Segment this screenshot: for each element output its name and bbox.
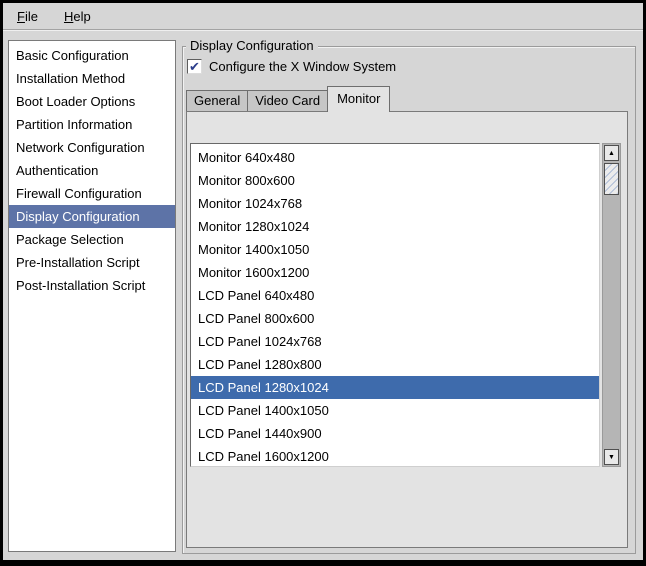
- display-tabs: General Video Card Monitor: [186, 86, 389, 112]
- sidebar-item-post-installation-script[interactable]: Post-Installation Script: [9, 274, 175, 297]
- monitor-list-item[interactable]: Monitor 800x600: [191, 169, 599, 192]
- menubar: File Help: [3, 3, 643, 30]
- configure-x-checkbox-label: Configure the X Window System: [209, 59, 396, 74]
- tab-video-card[interactable]: Video Card: [247, 90, 328, 112]
- monitor-list-item[interactable]: Monitor 1400x1050: [191, 238, 599, 261]
- sidebar-item-installation-method[interactable]: Installation Method: [9, 67, 175, 90]
- monitor-list-scrollbar[interactable]: ▲ ▼: [602, 143, 621, 467]
- monitor-list-item-selected[interactable]: LCD Panel 1280x1024: [191, 376, 599, 399]
- scrollbar-thumb[interactable]: [604, 163, 619, 195]
- monitor-list-item[interactable]: LCD Panel 1440x900: [191, 422, 599, 445]
- sidebar-item-package-selection[interactable]: Package Selection: [9, 228, 175, 251]
- sidebar-item-network-configuration[interactable]: Network Configuration: [9, 136, 175, 159]
- sidebar-item-display-configuration[interactable]: Display Configuration: [9, 205, 175, 228]
- check-icon: ✔: [189, 60, 200, 73]
- monitor-list-item[interactable]: LCD Panel 640x480: [191, 284, 599, 307]
- monitor-list-item[interactable]: LCD Panel 1280x800: [191, 353, 599, 376]
- monitor-list: Monitor 640x480 Monitor 800x600 Monitor …: [190, 143, 600, 467]
- configure-x-checkbox-box: ✔: [187, 59, 202, 74]
- category-list: Basic Configuration Installation Method …: [8, 40, 176, 552]
- sidebar-item-pre-installation-script[interactable]: Pre-Installation Script: [9, 251, 175, 274]
- monitor-list-item[interactable]: Monitor 1600x1200: [191, 261, 599, 284]
- frame-title: Display Configuration: [186, 38, 318, 53]
- monitor-list-item[interactable]: Monitor 640x480: [191, 146, 599, 169]
- monitor-list-item[interactable]: Monitor 1024x768: [191, 192, 599, 215]
- tab-general[interactable]: General: [186, 90, 248, 112]
- menu-help[interactable]: Help: [56, 6, 99, 27]
- menu-help-mnemonic: H: [64, 9, 73, 24]
- menu-file[interactable]: File: [9, 6, 46, 27]
- menu-help-label: elp: [73, 9, 90, 24]
- sidebar-item-authentication[interactable]: Authentication: [9, 159, 175, 182]
- sidebar-item-boot-loader-options[interactable]: Boot Loader Options: [9, 90, 175, 113]
- menu-file-mnemonic: F: [17, 9, 25, 24]
- scroll-down-icon[interactable]: ▼: [604, 449, 619, 465]
- sidebar-item-firewall-configuration[interactable]: Firewall Configuration: [9, 182, 175, 205]
- monitor-list-item[interactable]: LCD Panel 1400x1050: [191, 399, 599, 422]
- monitor-list-item[interactable]: LCD Panel 800x600: [191, 307, 599, 330]
- sidebar-item-basic-configuration[interactable]: Basic Configuration: [9, 44, 175, 67]
- scroll-up-icon[interactable]: ▲: [604, 145, 619, 161]
- monitor-list-item[interactable]: LCD Panel 1024x768: [191, 330, 599, 353]
- monitor-list-item[interactable]: LCD Panel 1600x1200: [191, 445, 599, 467]
- sidebar-item-partition-information[interactable]: Partition Information: [9, 113, 175, 136]
- menu-file-label: ile: [25, 9, 38, 24]
- monitor-list-item[interactable]: Monitor 1280x1024: [191, 215, 599, 238]
- window-bottom-edge: [0, 560, 646, 566]
- kickstart-configurator-window: File Help Basic Configuration Installati…: [0, 0, 646, 566]
- tab-monitor[interactable]: Monitor: [327, 86, 390, 112]
- configure-x-checkbox[interactable]: ✔ Configure the X Window System: [187, 59, 396, 74]
